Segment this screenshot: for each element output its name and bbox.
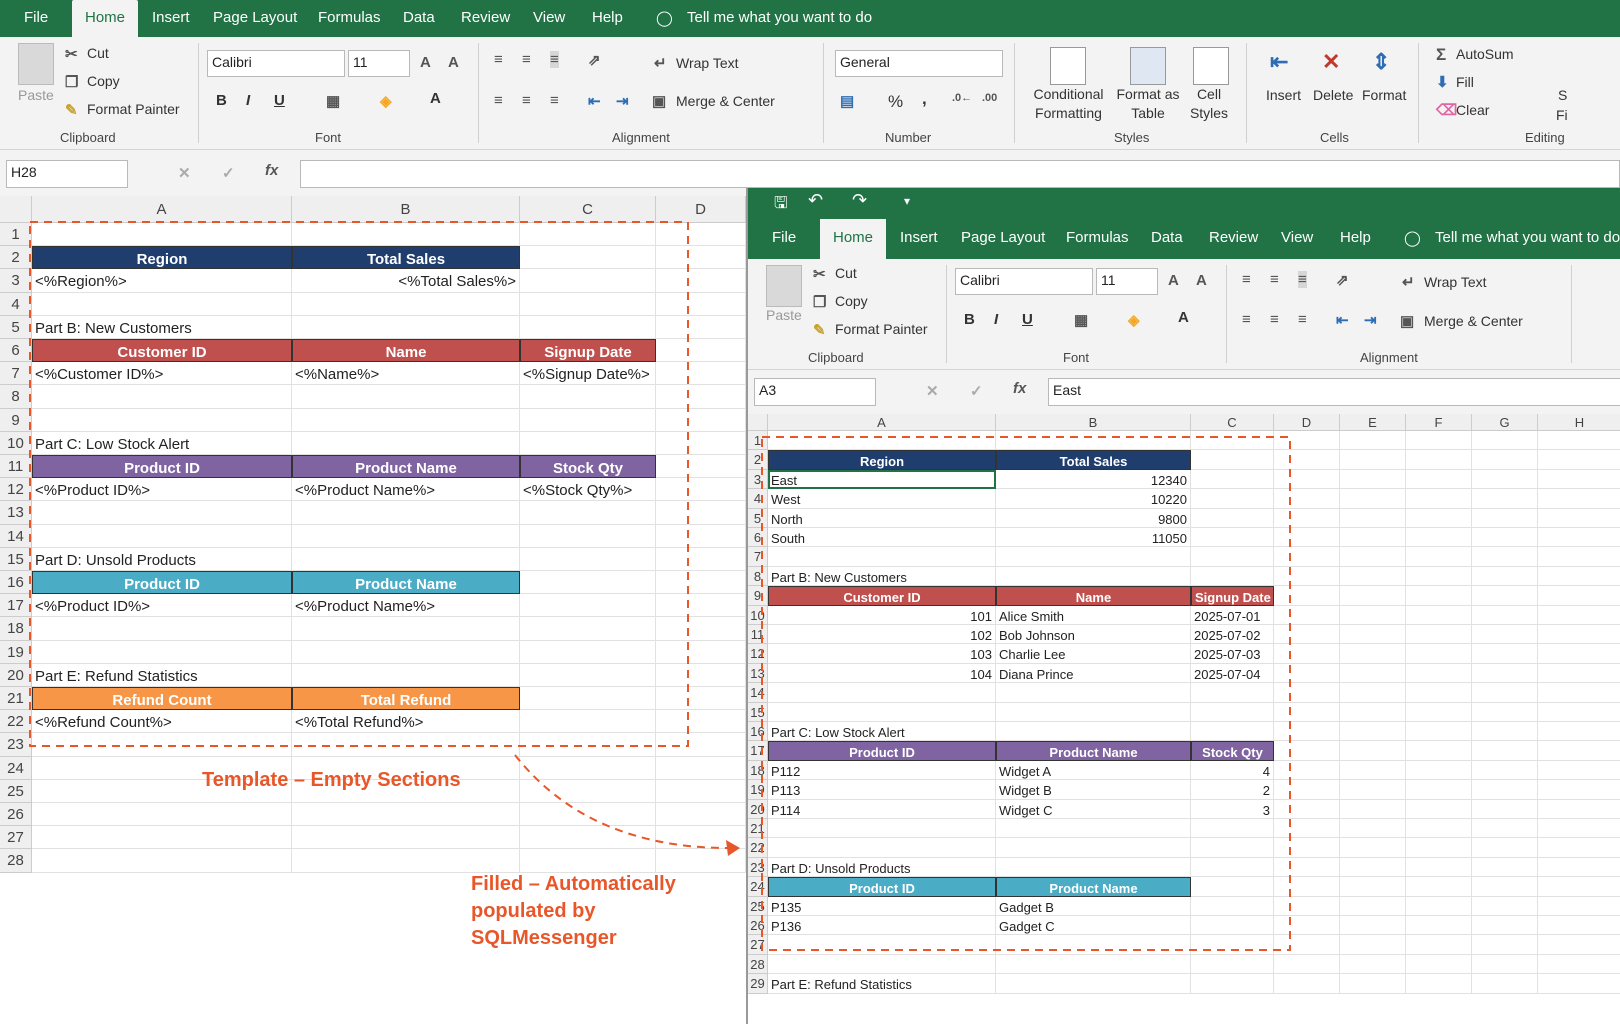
annotation-overlay xyxy=(29,221,1291,951)
filled-caption-line: SQLMessenger xyxy=(471,927,617,949)
arrow-head xyxy=(726,840,740,856)
template-caption: Template – Empty Sections xyxy=(202,769,461,791)
transform-arrow xyxy=(514,754,736,850)
filled-dashed-box xyxy=(761,436,1291,951)
filled-caption: Filled – Automatically populated by SQLM… xyxy=(471,871,676,952)
filled-caption-line: Filled – Automatically xyxy=(471,873,676,895)
template-dashed-box xyxy=(29,221,689,747)
filled-caption-line: populated by xyxy=(471,900,596,922)
